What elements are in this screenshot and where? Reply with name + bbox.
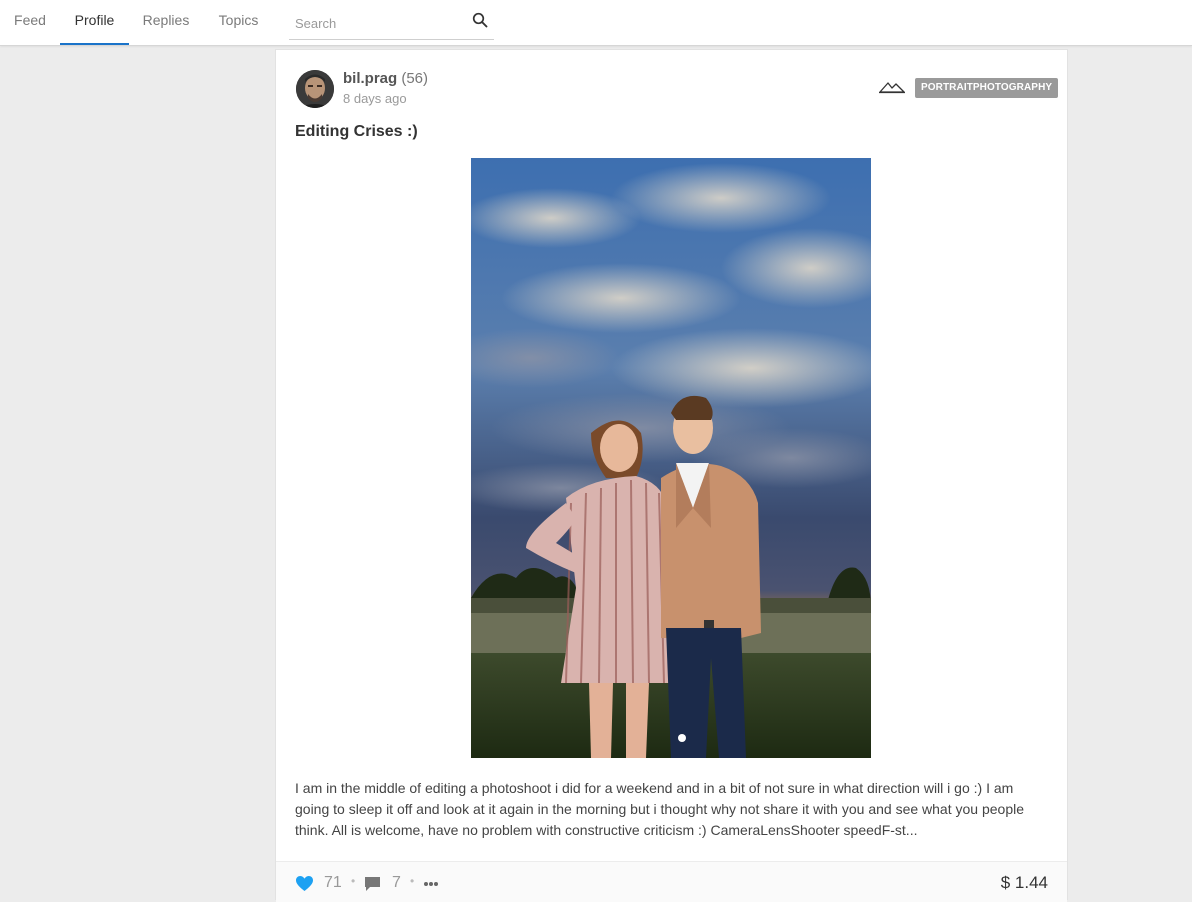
payout-value[interactable]: $ 1.44 (1001, 873, 1048, 893)
tag-badge[interactable]: PORTRAITPHOTOGRAPHY (915, 78, 1059, 98)
search-box (289, 5, 494, 40)
tab-feed[interactable]: Feed (0, 0, 60, 45)
heart-icon[interactable] (295, 875, 314, 892)
post-body[interactable]: I am in the middle of editing a photosho… (295, 778, 1045, 841)
post-title[interactable]: Editing Crises :) (295, 123, 418, 141)
post-card: bil.prag (56) 8 days ago PORTRAITPHOTOGR… (275, 49, 1068, 902)
author-line: bil.prag (56) (343, 70, 428, 87)
comment-count[interactable]: 7 (392, 874, 401, 892)
tab-replies[interactable]: Replies (133, 0, 199, 45)
avatar[interactable] (296, 70, 334, 108)
post-photo-image (471, 158, 871, 758)
post-timestamp[interactable]: 8 days ago (343, 91, 407, 106)
more-icon[interactable] (423, 881, 439, 887)
tab-topics[interactable]: Topics (205, 0, 272, 45)
separator-dot: • (351, 874, 356, 888)
community-mountain-icon[interactable] (879, 79, 905, 95)
author-reputation: (56) (401, 70, 429, 87)
post-footer: 71 • 7 • $ 1.44 (276, 861, 1067, 902)
search-input[interactable] (293, 12, 467, 34)
author-name[interactable]: bil.prag (343, 70, 397, 87)
separator-dot: • (410, 874, 415, 888)
top-nav-bar: Feed Profile Replies Topics (0, 0, 1192, 46)
tab-profile[interactable]: Profile (60, 0, 129, 45)
comment-icon[interactable] (364, 876, 381, 892)
post-photo[interactable] (471, 158, 871, 758)
avatar-image (296, 70, 334, 108)
search-icon[interactable] (472, 12, 488, 28)
carousel-indicator[interactable] (678, 734, 686, 742)
vote-count[interactable]: 71 (324, 874, 342, 892)
